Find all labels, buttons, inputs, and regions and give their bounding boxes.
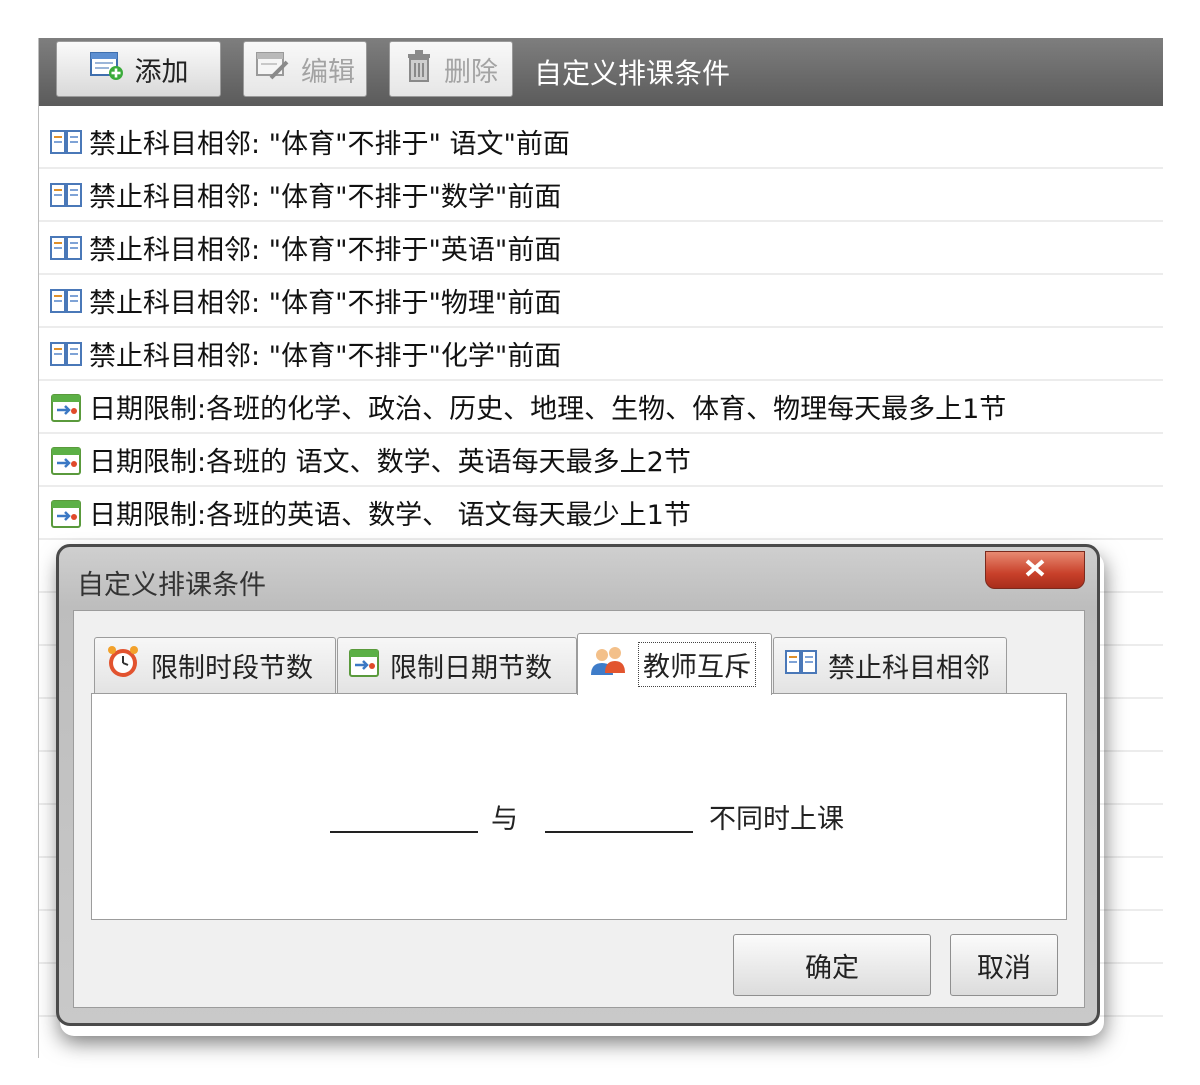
edit-label: 编辑 bbox=[301, 56, 355, 88]
list-item[interactable]: 禁止科目相邻: "体育"不排于"数学"前面 bbox=[39, 169, 1163, 222]
tab-limit-date[interactable]: 限制日期节数 bbox=[337, 637, 577, 693]
add-label: 添加 bbox=[134, 56, 189, 88]
tab-no-adjacent-subject[interactable]: 禁止科目相邻 bbox=[773, 637, 1007, 693]
teacher-a-field[interactable] bbox=[330, 831, 478, 833]
tab-label: 禁止科目相邻 bbox=[828, 653, 990, 684]
close-button[interactable] bbox=[985, 551, 1085, 589]
cancel-button[interactable]: 取消 bbox=[950, 934, 1058, 996]
book-icon bbox=[49, 231, 83, 265]
list-item[interactable]: 禁止科目相邻: "体育"不排于"英语"前面 bbox=[39, 222, 1163, 275]
delete-button[interactable]: 删除 bbox=[389, 41, 513, 97]
suffix-label: 不同时上课 bbox=[709, 804, 844, 835]
add-button[interactable]: 添加 bbox=[56, 41, 221, 97]
edit-icon bbox=[255, 50, 291, 89]
book-icon bbox=[49, 284, 83, 318]
calendar-icon bbox=[348, 646, 380, 685]
list-item[interactable]: 日期限制:各班的 语文、数学、英语每天最多上2节 bbox=[39, 434, 1163, 487]
list-item-text: 禁止科目相邻: "体育"不排于"化学"前面 bbox=[89, 341, 562, 372]
list-item-text: 禁止科目相邻: "体育"不排于" 语文"前面 bbox=[89, 129, 570, 160]
list-item-text: 禁止科目相邻: "体育"不排于"英语"前面 bbox=[89, 235, 562, 266]
calendar-icon bbox=[49, 443, 83, 477]
ok-button[interactable]: 确定 bbox=[733, 934, 931, 996]
tab-label: 限制日期节数 bbox=[390, 653, 552, 684]
book-icon bbox=[49, 178, 83, 212]
book-icon bbox=[49, 125, 83, 159]
tab-teacher-exclusion[interactable]: 教师互斥 bbox=[577, 633, 772, 695]
tab-label: 教师互斥 bbox=[638, 642, 756, 687]
alarm-clock-icon bbox=[105, 644, 141, 687]
toolbar-title: 自定义排课条件 bbox=[534, 57, 731, 90]
toolbar: 添加 编辑 删除 自定义排课条件 bbox=[39, 38, 1163, 106]
edit-button[interactable]: 编辑 bbox=[243, 41, 367, 97]
dialog-title: 自定义排课条件 bbox=[77, 570, 266, 601]
list-item[interactable]: 禁止科目相邻: "体育"不排于" 语文"前面 bbox=[39, 116, 1163, 169]
calendar-icon bbox=[49, 496, 83, 530]
teacher-b-field[interactable] bbox=[545, 831, 693, 833]
list-item-text: 日期限制:各班的 语文、数学、英语每天最多上2节 bbox=[89, 447, 691, 478]
list-item-text: 禁止科目相邻: "体育"不排于"物理"前面 bbox=[89, 288, 562, 319]
custom-condition-dialog: 自定义排课条件 限制时段节数 限制日期节数 教师互斥 禁止科目相邻 与 不同时上… bbox=[56, 544, 1100, 1026]
dialog-body: 限制时段节数 限制日期节数 教师互斥 禁止科目相邻 与 不同时上课 确定 取消 bbox=[73, 610, 1085, 1008]
tab-label: 限制时段节数 bbox=[151, 653, 313, 684]
tab-limit-period[interactable]: 限制时段节数 bbox=[94, 637, 336, 693]
list-item-text: 日期限制:各班的化学、政治、历史、地理、生物、体育、物理每天最多上1节 bbox=[89, 394, 1007, 425]
tab-panel: 与 不同时上课 bbox=[91, 693, 1067, 920]
connector-label: 与 bbox=[491, 804, 518, 835]
delete-label: 删除 bbox=[444, 56, 498, 88]
book-icon bbox=[49, 337, 83, 371]
list-item-text: 禁止科目相邻: "体育"不排于"数学"前面 bbox=[89, 182, 562, 213]
list-item[interactable]: 日期限制:各班的化学、政治、历史、地理、生物、体育、物理每天最多上1节 bbox=[39, 381, 1163, 434]
list-item[interactable]: 日期限制:各班的英语、数学、 语文每天最少上1节 bbox=[39, 487, 1163, 540]
close-icon bbox=[1022, 557, 1048, 583]
list-item[interactable]: 禁止科目相邻: "体育"不排于"化学"前面 bbox=[39, 328, 1163, 381]
add-icon bbox=[89, 50, 125, 89]
trash-icon bbox=[404, 49, 434, 90]
calendar-icon bbox=[49, 390, 83, 424]
teachers-icon bbox=[588, 644, 628, 685]
list-item-text: 日期限制:各班的英语、数学、 语文每天最少上1节 bbox=[89, 500, 691, 531]
book-icon bbox=[784, 648, 818, 683]
list-item[interactable]: 禁止科目相邻: "体育"不排于"物理"前面 bbox=[39, 275, 1163, 328]
